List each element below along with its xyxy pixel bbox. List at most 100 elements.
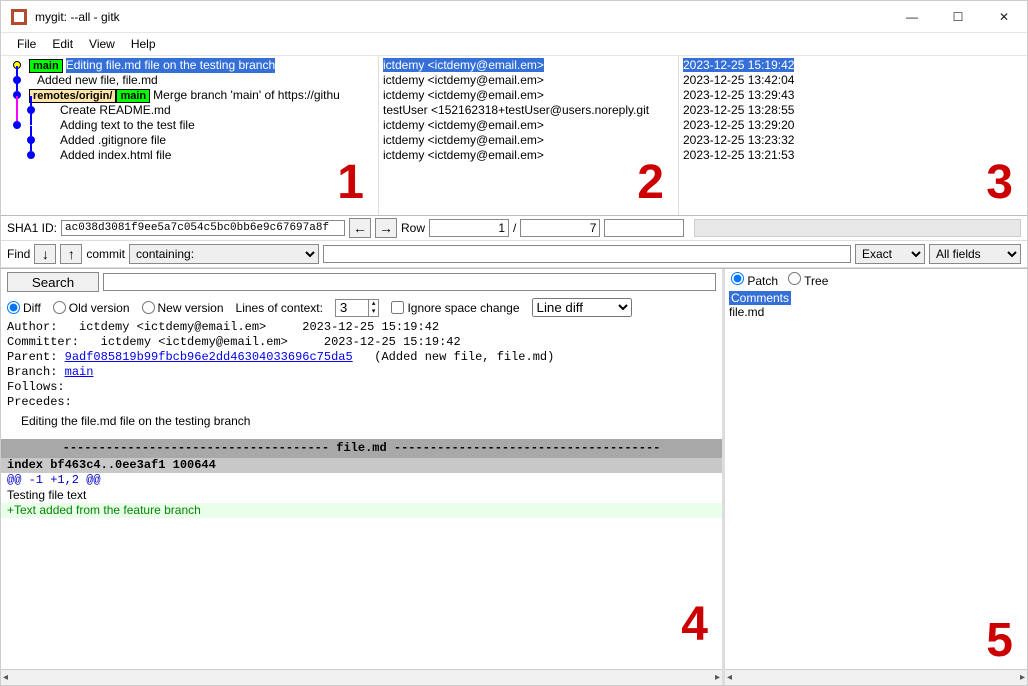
nav-back-button[interactable]: ← [349,218,371,238]
date-entry: 2023-12-25 13:21:53 [683,148,1023,163]
date-entry: 2023-12-25 13:29:20 [683,118,1023,133]
scroll-right-icon: ▸ [1020,672,1025,683]
search-input[interactable] [103,273,716,291]
commit-message: Adding text to the test file [60,118,195,133]
diff-options-row: Diff Old version New version Lines of co… [1,295,722,320]
find-fields-select[interactable]: All fields [929,244,1021,264]
commit-message: Added .gitignore file [60,133,166,148]
commit-row[interactable]: main Editing file.md file on the testing… [5,58,374,73]
spin-up-icon[interactable]: ▴ [368,300,379,308]
old-version-radio[interactable]: Old version [53,301,130,315]
file-entry[interactable]: file.md [729,305,1023,319]
date-entry: 2023-12-25 13:29:43 [683,88,1023,103]
extra-field[interactable] [604,219,684,237]
new-version-radio[interactable]: New version [142,301,224,315]
spin-down-icon[interactable]: ▾ [368,308,379,316]
lines-context-spinner[interactable]: ▴▾ [335,299,380,317]
annotation-overlay-1: 1 [337,159,364,207]
scroll-left-icon: ◂ [3,672,8,683]
patch-radio[interactable]: Patch [731,272,778,288]
lines-context-label: Lines of context: [236,301,323,315]
commit-row[interactable]: Added index.html file [5,148,374,163]
menu-edit[interactable]: Edit [44,35,81,53]
author-entry: ictdemy <ictdemy@email.em> [383,73,674,88]
branch-link[interactable]: main [65,365,94,379]
author-entry: ictdemy <ictdemy@email.em> [383,133,674,148]
sha-id-field[interactable] [61,220,345,236]
menubar: File Edit View Help [1,33,1027,56]
bottom-split: Search Diff Old version New version Line… [1,268,1027,685]
find-next-button[interactable]: ↓ [34,244,56,264]
date-pane[interactable]: 2023-12-25 15:19:42 2023-12-25 13:42:04 … [679,56,1027,215]
file-list[interactable]: Comments file.md [725,291,1027,669]
menu-file[interactable]: File [9,35,44,53]
find-input[interactable] [323,245,851,263]
comments-header[interactable]: Comments [729,291,791,305]
diff-radio[interactable]: Diff [7,301,41,315]
file-list-panel: Patch Tree Comments file.md 5 ◂▸ [725,269,1027,685]
top-panes: main Editing file.md file on the testing… [1,56,1027,216]
diff-context-line: Testing file text [1,488,722,503]
diff-added-line: +Text added from the feature branch [1,503,722,518]
linediff-select[interactable]: Line diff [532,298,632,317]
branch-label: main [116,89,150,103]
maximize-button[interactable]: ☐ [935,1,981,33]
progress-area [694,219,1021,237]
hscrollbar[interactable]: ◂▸ [1,669,722,685]
date-entry: 2023-12-25 13:23:32 [683,133,1023,148]
find-prev-button[interactable]: ↑ [60,244,82,264]
row-current: 1 [429,219,509,237]
diff-panel: Search Diff Old version New version Line… [1,269,725,685]
close-button[interactable]: ✕ [981,1,1027,33]
minimize-button[interactable]: — [889,1,935,33]
date-entry: 2023-12-25 13:28:55 [683,103,1023,118]
ignore-space-checkbox[interactable]: Ignore space change [391,301,519,315]
diff-hunk-header: @@ -1 +1,2 @@ [1,473,722,488]
parent-link[interactable]: 9adf085819b99fbcb96e2dd46304033696c75da5 [65,350,353,364]
author-entry: ictdemy <ictdemy@email.em> [383,58,544,72]
nav-forward-button[interactable]: → [375,218,397,238]
commit-row[interactable]: remotes/origin/main Merge branch 'main' … [5,88,374,103]
find-commit-label: commit [86,247,125,261]
window-title: mygit: --all - gitk [35,10,889,24]
hscrollbar[interactable]: ◂▸ [725,669,1027,685]
commit-row[interactable]: Added new file, file.md [5,73,374,88]
commit-message: Create README.md [60,103,171,118]
scroll-left-icon: ◂ [727,672,732,683]
find-match-select[interactable]: Exact [855,244,925,264]
author-pane[interactable]: ictdemy <ictdemy@email.em> ictdemy <ictd… [379,56,679,215]
commit-row[interactable]: Added .gitignore file [5,133,374,148]
commit-graph-pane[interactable]: main Editing file.md file on the testing… [1,56,379,215]
search-button[interactable]: Search [7,272,99,292]
diff-index-line: index bf463c4..0ee3af1 100644 [1,458,722,473]
window-controls: — ☐ ✕ [889,1,1027,33]
search-row: Search [1,269,722,295]
find-label: Find [7,247,30,261]
commit-row[interactable]: Adding text to the test file [5,118,374,133]
commit-message: Merge branch 'main' of https://githu [153,88,340,103]
annotation-overlay-3: 3 [986,159,1013,207]
find-mode-select[interactable]: containing: [129,244,319,264]
annotation-overlay-2: 2 [637,159,664,207]
author-entry: ictdemy <ictdemy@email.em> [383,148,674,163]
commit-full-message: Editing the file.md file on the testing … [1,410,722,439]
menu-help[interactable]: Help [123,35,164,53]
tree-radio[interactable]: Tree [788,272,828,288]
scroll-right-icon: ▸ [715,672,720,683]
commit-message: Editing file.md file on the testing bran… [66,58,275,73]
menu-view[interactable]: View [81,35,123,53]
find-row: Find ↓ ↑ commit containing: Exact All fi… [1,241,1027,268]
annotation-overlay-4: 4 [681,601,708,649]
commit-row[interactable]: Create README.md [5,103,374,118]
app-icon [11,9,27,25]
author-entry: ictdemy <ictdemy@email.em> [383,118,674,133]
commit-message: Added index.html file [60,148,171,163]
diff-body[interactable]: Author: ictdemy <ictdemy@email.em> 2023-… [1,320,722,669]
diff-file-header: ------------------------------------- fi… [1,439,722,458]
row-label: Row [401,221,425,235]
annotation-overlay-5: 5 [986,617,1013,665]
date-entry: 2023-12-25 13:42:04 [683,73,1023,88]
sha-label: SHA1 ID: [7,221,57,235]
author-entry: ictdemy <ictdemy@email.em> [383,88,674,103]
row-total: 7 [520,219,600,237]
